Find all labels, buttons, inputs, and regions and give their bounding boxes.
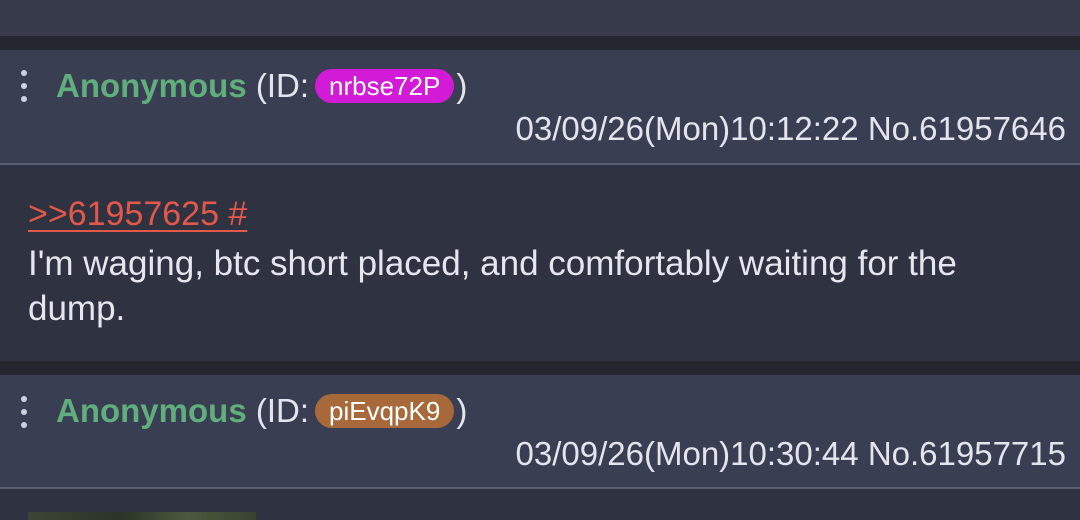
previous-post-footer <box>0 0 1080 36</box>
post-number[interactable]: No.61957646 <box>868 110 1066 147</box>
post-meta: 03/09/26(Mon)10:30:44 No.61957715 <box>516 435 1066 473</box>
post-header: Anonymous (ID: piEvqpK9) 03/09/26(Mon)10… <box>0 375 1080 488</box>
post-body: >>61957625 # I'm waging, btc short place… <box>0 165 1080 361</box>
post-separator <box>0 36 1080 50</box>
post-comment: I'm waging, btc short placed, and comfor… <box>28 244 957 328</box>
post-image-thumbnail[interactable] <box>28 512 256 520</box>
post-datetime: 03/09/26(Mon)10:12:22 <box>515 110 859 147</box>
post-menu-icon[interactable] <box>16 392 32 432</box>
poster-info: Anonymous (ID: nrbse72P) <box>56 64 467 108</box>
post-menu-icon[interactable] <box>16 66 32 106</box>
poster-name: Anonymous <box>56 392 247 429</box>
post-datetime: 03/09/26(Mon)10:30:44 <box>515 435 859 472</box>
id-close-paren: ) <box>456 392 468 429</box>
id-open-paren: (ID: <box>255 392 310 429</box>
post-header: Anonymous (ID: nrbse72P) 03/09/26(Mon)10… <box>0 50 1080 164</box>
poster-id-badge[interactable]: nrbse72P <box>315 69 455 103</box>
post-meta: 03/09/26(Mon)10:12:22 No.61957646 <box>516 110 1066 148</box>
post-number[interactable]: No.61957715 <box>868 435 1066 472</box>
id-open-paren: (ID: <box>255 67 310 104</box>
post-separator <box>0 361 1080 375</box>
poster-name: Anonymous <box>56 67 247 104</box>
poster-id-badge[interactable]: piEvqpK9 <box>315 394 455 428</box>
id-close-paren: ) <box>456 67 468 104</box>
quote-link[interactable]: >>61957625 # <box>28 195 247 234</box>
poster-info: Anonymous (ID: piEvqpK9) <box>56 389 467 433</box>
